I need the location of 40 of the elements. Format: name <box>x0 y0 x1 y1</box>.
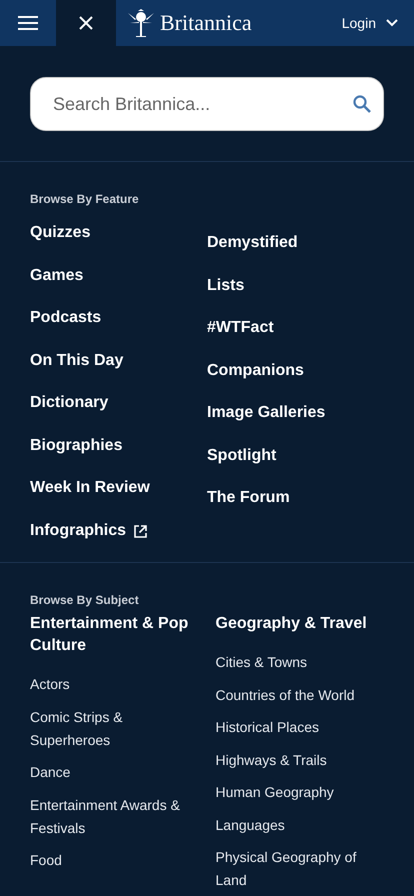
feature-link[interactable]: Spotlight <box>207 446 384 464</box>
feature-link[interactable]: Lists <box>207 276 384 294</box>
subject-link[interactable]: Human Geography <box>216 781 384 804</box>
subject-link[interactable]: Historical Places <box>216 716 384 739</box>
subject-link[interactable]: Languages <box>216 814 384 836</box>
subject-link[interactable]: Physical Geography of Land <box>216 846 384 892</box>
feature-link[interactable]: On This Day <box>30 350 207 370</box>
section-title: Browse By Subject <box>30 592 140 606</box>
feature-link[interactable]: Infographics <box>30 520 207 540</box>
close-icon <box>79 16 93 30</box>
feature-link[interactable]: Games <box>30 266 207 284</box>
subject-link[interactable]: Countries of the World <box>216 684 384 706</box>
subject-link[interactable]: Comic Strips & Superheroes <box>30 706 198 752</box>
feature-link[interactable]: Demystified <box>207 233 384 252</box>
subject-link[interactable]: Cities & Towns <box>216 651 384 674</box>
search-icon <box>352 94 372 114</box>
subject-link[interactable]: Dance <box>30 761 198 784</box>
subject-heading-link[interactable]: Entertainment & Pop Culture <box>30 612 198 656</box>
feature-link[interactable]: Podcasts <box>30 308 207 327</box>
search-field[interactable]: Search Britannica... <box>30 77 384 131</box>
subject-link[interactable]: Entertainment Awards & Festivals <box>30 794 198 840</box>
login-button[interactable]: Login <box>334 0 414 46</box>
britannica-logo[interactable]: Britannica <box>126 9 252 37</box>
feature-link[interactable]: The Forum <box>207 488 384 507</box>
subject-heading-link[interactable]: Geography & Travel <box>216 612 384 634</box>
subject-link[interactable]: Food <box>30 849 198 872</box>
section-title: Browse By Feature <box>30 192 140 206</box>
feature-link[interactable]: Companions <box>207 360 384 380</box>
feature-link[interactable]: #WTFact <box>207 318 384 337</box>
feature-link[interactable]: Biographies <box>30 436 207 454</box>
feature-link[interactable]: Quizzes <box>30 223 207 242</box>
close-button[interactable] <box>56 0 116 46</box>
chevron-down-icon <box>386 19 398 27</box>
external-link-icon <box>134 525 148 538</box>
feature-link[interactable]: Dictionary <box>30 393 207 412</box>
feature-link[interactable]: Week In Review <box>30 478 207 497</box>
subject-link[interactable]: Actors <box>30 673 198 696</box>
subject-link[interactable]: Highways & Trails <box>216 748 384 772</box>
feature-link[interactable]: Image Galleries <box>207 403 384 422</box>
menu-icon <box>18 16 38 30</box>
